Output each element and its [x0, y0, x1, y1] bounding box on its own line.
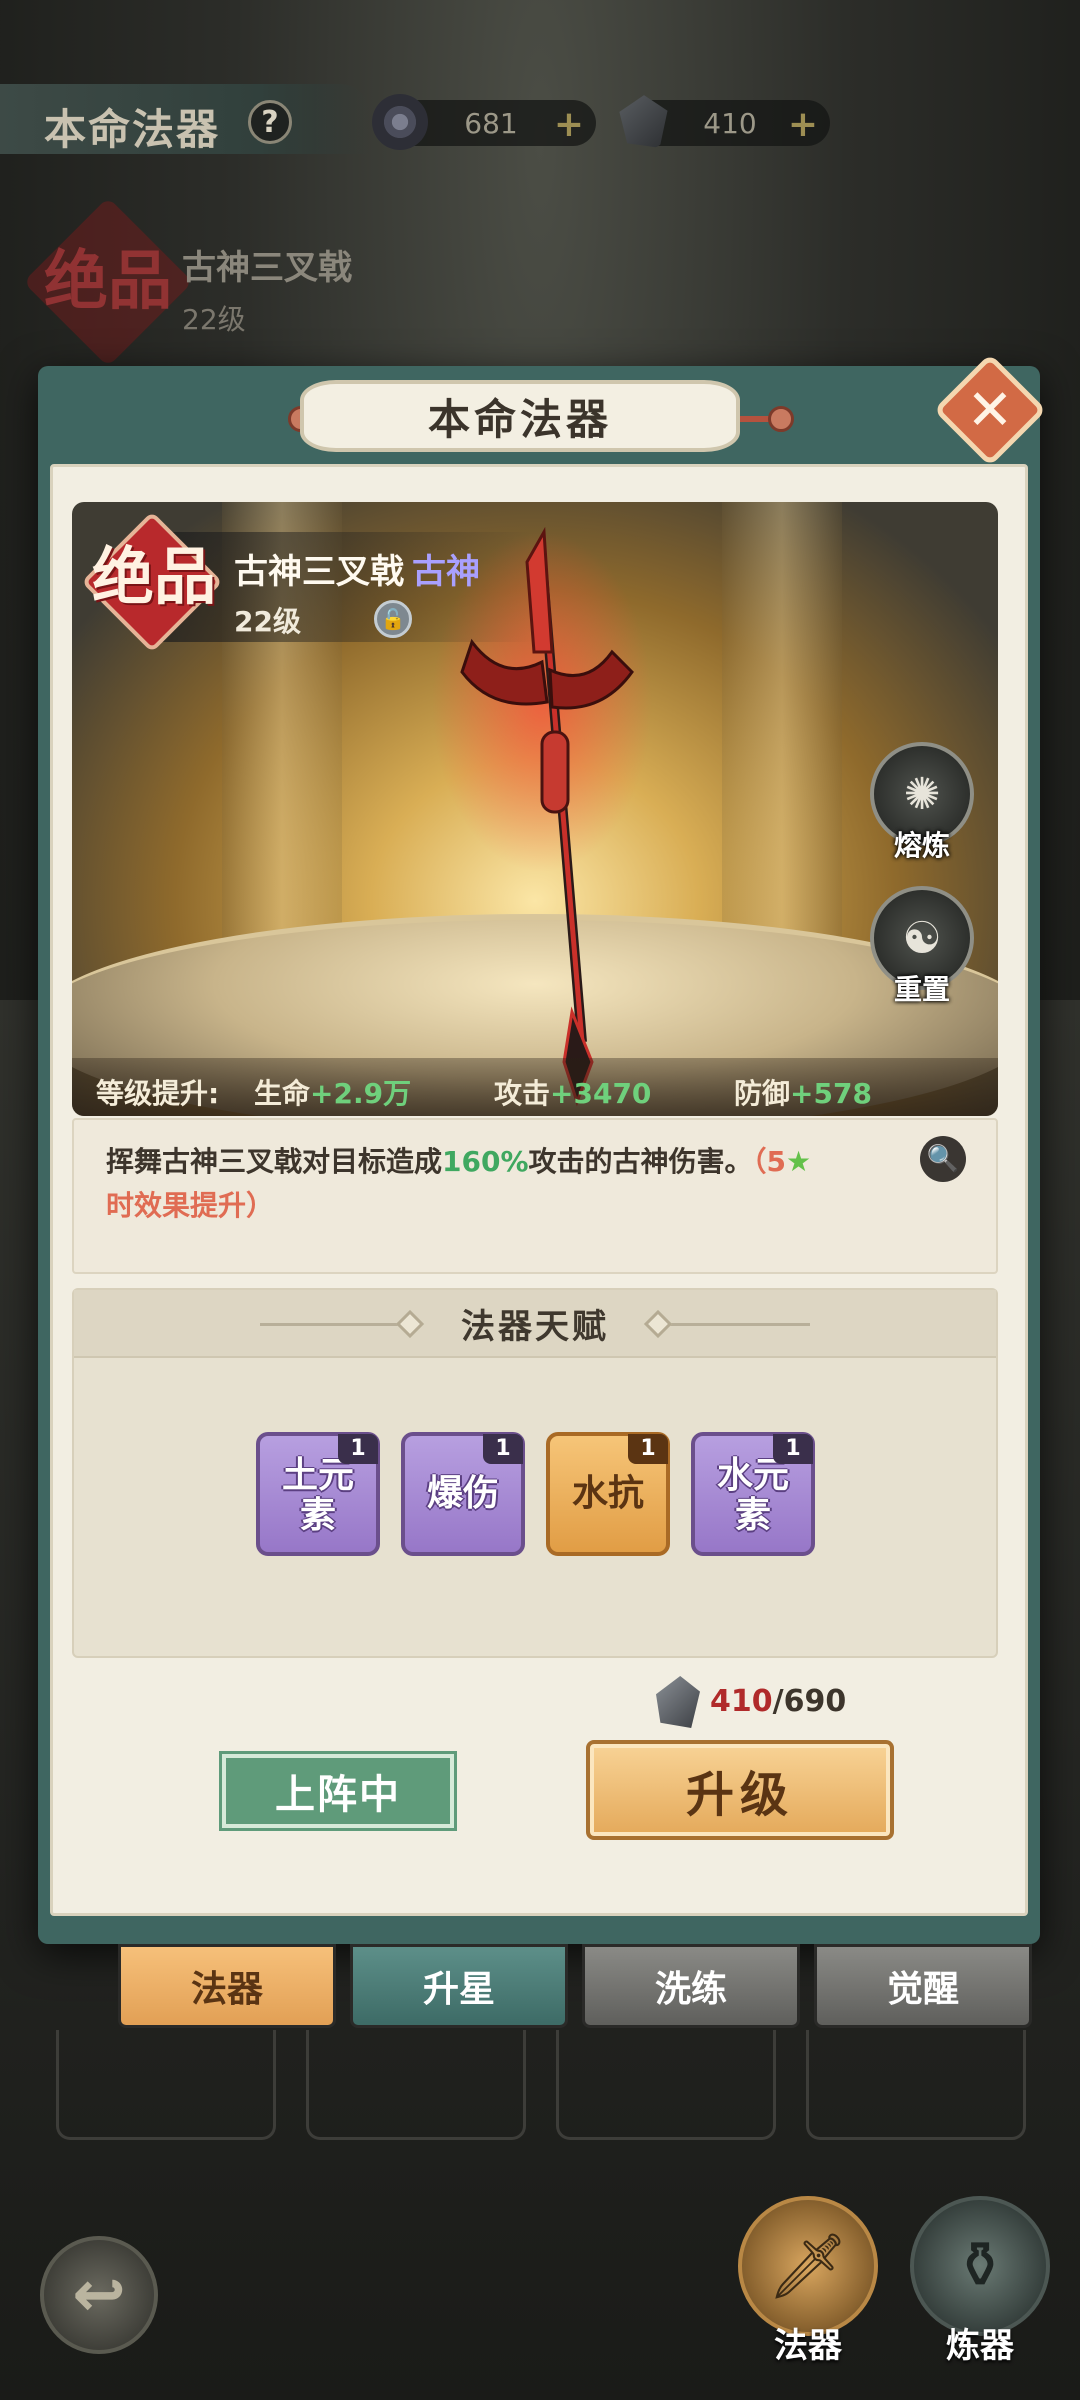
desc-part1: 挥舞古神三叉戟对目标造成	[106, 1145, 443, 1178]
level-stats-bar: 等级提升: 生命+2.9万 攻击+3470 防御+578	[72, 1058, 998, 1116]
talent-count: 1	[483, 1434, 523, 1464]
stat-def: 防御+578	[734, 1072, 872, 1112]
desc-percent: 160%	[442, 1145, 529, 1178]
skill-description: 挥舞古神三叉戟对目标造成160%攻击的古神伤害。（5★ 时效果提升）	[106, 1140, 936, 1228]
stat-hp: 生命+2.9万	[254, 1072, 411, 1112]
grid-slot	[56, 2030, 276, 2140]
reset-label: 重置	[893, 973, 950, 1006]
currency-stone: 410 +	[619, 95, 830, 148]
talent-deco-left	[260, 1323, 400, 1326]
weapon-tag: 古神	[412, 552, 480, 592]
bg-rarity-badge: 绝品	[44, 244, 172, 319]
desc-part2: 攻击的古神伤害。	[528, 1145, 753, 1178]
smelt-icon: ✺	[903, 768, 941, 820]
page-title: 本命法器	[44, 105, 221, 154]
add-stone-button[interactable]: +	[788, 104, 818, 145]
stat-hp-label: 生命	[254, 1077, 311, 1110]
tab-star-up[interactable]: 升星	[350, 1944, 568, 2028]
cost-need: /690	[772, 1684, 847, 1719]
talent-deco-right	[670, 1323, 810, 1326]
talent-water-element[interactable]: 水元 素 1	[691, 1432, 815, 1556]
talent-crit-damage[interactable]: 爆伤 1	[401, 1432, 525, 1556]
upgrade-button[interactable]: 升级	[586, 1740, 894, 1840]
talent-label: 水抗	[571, 1473, 644, 1514]
help-icon[interactable]: ?	[248, 100, 292, 144]
talent-count: 1	[628, 1434, 668, 1464]
talent-label-2: 素	[734, 1495, 771, 1536]
cauldron-icon: ⚱	[953, 2229, 1007, 2303]
stat-atk-label: 攻击	[494, 1077, 551, 1110]
stats-label: 等级提升:	[96, 1077, 220, 1110]
weapon-name: 古神三叉戟 古神	[234, 544, 480, 593]
desc-note-close: 时效果提升）	[106, 1189, 275, 1222]
magnify-icon[interactable]: 🔍	[920, 1136, 966, 1182]
tab-artifact[interactable]: 法器	[118, 1944, 336, 2028]
talent-water-resist[interactable]: 水抗 1	[546, 1432, 670, 1556]
title-knob-right	[768, 406, 794, 432]
rarity-badge: 绝品	[92, 540, 217, 613]
reset-icon: ☯	[902, 912, 942, 964]
stat-atk-value: +3470	[550, 1077, 652, 1110]
weapon-display: 绝品 古神三叉戟 古神 22级 🔓 等级提升: 生命+2.9万 攻击+3470 防…	[72, 502, 998, 1116]
upgrade-cost: 410/690	[710, 1684, 846, 1719]
stat-atk: 攻击+3470	[494, 1072, 651, 1112]
cost-have: 410	[710, 1684, 773, 1719]
talent-count: 1	[773, 1434, 813, 1464]
nav-forge-button[interactable]: ⚱	[910, 2196, 1050, 2336]
bg-weapon-level: 22级	[182, 303, 246, 336]
nav-artifact-label: 法器	[774, 2326, 842, 2366]
tab-refine[interactable]: 洗练	[582, 1944, 800, 2028]
nav-artifact-button[interactable]: 🗡	[738, 2196, 878, 2336]
desc-note-open: （5	[752, 1145, 787, 1178]
deployed-button[interactable]: 上阵中	[219, 1751, 457, 1831]
nav-forge-label: 炼器	[946, 2326, 1014, 2366]
stat-def-label: 防御	[734, 1077, 791, 1110]
talent-count: 1	[338, 1434, 378, 1464]
bg-weapon-name: 古神三叉戟	[182, 248, 352, 288]
grid-slot	[306, 2030, 526, 2140]
talent-label-2: 素	[299, 1495, 336, 1536]
tab-awaken[interactable]: 觉醒	[814, 1944, 1032, 2028]
sword-icon: 🗡	[767, 2229, 849, 2304]
stat-hp-value: +2.9万	[310, 1077, 412, 1110]
back-icon: ↩	[72, 2258, 126, 2332]
talent-title: 法器天赋	[74, 1290, 996, 1358]
star-icon: ★	[786, 1145, 812, 1178]
talent-earth-element[interactable]: 土元 素 1	[256, 1432, 380, 1556]
stat-def-value: +578	[790, 1077, 872, 1110]
currency-spirit: 681 +	[372, 94, 596, 150]
back-button[interactable]: ↩	[40, 2236, 158, 2354]
grid-slot	[806, 2030, 1026, 2140]
weapon-level: 22级	[234, 605, 301, 638]
lock-icon[interactable]: 🔓	[374, 600, 412, 638]
add-spirit-button[interactable]: +	[554, 104, 584, 145]
smelt-label: 熔炼	[893, 829, 950, 862]
close-icon[interactable]: ✕	[950, 370, 1030, 450]
grid-slot	[556, 2030, 776, 2140]
talent-label: 爆伤	[426, 1473, 499, 1514]
weapon-name-text: 古神三叉戟	[234, 552, 404, 592]
dialog-title: 本命法器	[300, 380, 740, 452]
